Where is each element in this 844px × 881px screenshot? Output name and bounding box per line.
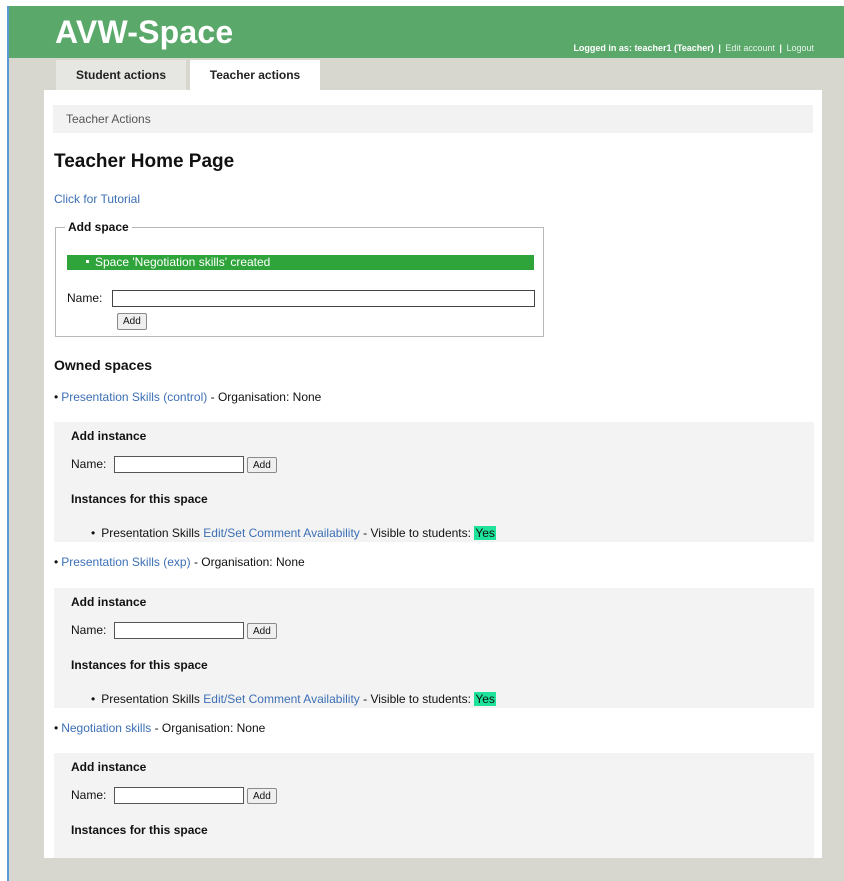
separator: |	[779, 43, 782, 53]
visible-status-badge: Yes	[474, 526, 496, 540]
name-label: Name:	[71, 623, 107, 637]
instances-title: Instances for this space	[71, 658, 208, 672]
instance-name-input[interactable]	[114, 622, 244, 639]
space-link[interactable]: Presentation Skills (exp)	[61, 555, 190, 569]
space-item: • Negotiation skills - Organisation: None	[54, 721, 265, 735]
instance-name-input[interactable]	[114, 787, 244, 804]
name-label: Name:	[71, 788, 107, 802]
bullet: •	[91, 526, 96, 540]
space-item: • Presentation Skills (exp) - Organisatio…	[54, 555, 305, 569]
window-left-border	[7, 6, 9, 881]
add-instance-button[interactable]: Add	[247, 623, 277, 639]
name-label: Name:	[67, 291, 103, 305]
add-instance-title: Add instance	[71, 595, 147, 609]
space-organisation: - Organisation: None	[193, 555, 305, 569]
add-space-button[interactable]: Add	[117, 313, 147, 330]
success-message-text: Space 'Negotiation skills' created	[95, 255, 271, 269]
space-item: • Presentation Skills (control) - Organis…	[54, 390, 321, 404]
login-bar: Logged in as: teacher1 (Teacher) | Edit …	[573, 43, 814, 53]
visible-label: - Visible to students:	[363, 692, 471, 706]
page-title: Teacher Home Page	[54, 151, 235, 172]
bullet: •	[54, 390, 59, 404]
instances-title: Instances for this space	[71, 492, 208, 506]
add-instance-button[interactable]: Add	[247, 788, 277, 804]
edit-comment-availability-link[interactable]: Edit/Set Comment Availability	[203, 526, 360, 540]
add-instance-button[interactable]: Add	[247, 457, 277, 473]
instance-name: Presentation Skills	[101, 526, 200, 540]
bullet: •	[91, 692, 96, 706]
owned-spaces-title: Owned spaces	[54, 357, 153, 373]
logged-in-text: Logged in as: teacher1 (Teacher)	[573, 43, 714, 53]
tutorial-link[interactable]: Click for Tutorial	[54, 192, 140, 206]
space-link[interactable]: Presentation Skills (control)	[61, 390, 207, 404]
space-instance-box: Add instance Name: Add Instances for thi…	[54, 753, 814, 858]
instance-name: Presentation Skills	[101, 692, 200, 706]
space-name-input[interactable]	[112, 290, 535, 307]
bullet: •	[54, 721, 59, 735]
instance-item: • Presentation Skills Edit/Set Comment Av…	[91, 526, 496, 540]
edit-account-link[interactable]: Edit account	[725, 43, 775, 53]
edit-comment-availability-link[interactable]: Edit/Set Comment Availability	[203, 692, 360, 706]
add-space-legend: Add space	[65, 220, 132, 234]
name-label: Name:	[71, 457, 107, 471]
add-instance-title: Add instance	[71, 429, 147, 443]
instances-title: Instances for this space	[71, 823, 208, 837]
space-organisation: - Organisation: None	[154, 721, 266, 735]
logout-link[interactable]: Logout	[786, 43, 814, 53]
visible-label: - Visible to students:	[363, 526, 471, 540]
site-header: AVW-Space Logged in as: teacher1 (Teache…	[9, 6, 844, 58]
bullet-icon	[86, 260, 89, 264]
breadcrumb: Teacher Actions	[53, 105, 813, 133]
tab-student-actions[interactable]: Student actions	[56, 60, 186, 90]
visible-status-badge: Yes	[474, 692, 496, 706]
space-link[interactable]: Negotiation skills	[61, 721, 151, 735]
success-message: Space 'Negotiation skills' created	[67, 255, 534, 270]
add-space-fieldset: Add space Space 'Negotiation skills' cre…	[55, 220, 544, 337]
bullet: •	[54, 555, 59, 569]
content-panel: Teacher Actions Teacher Home Page Click …	[44, 90, 822, 858]
tab-teacher-actions[interactable]: Teacher actions	[190, 60, 320, 90]
space-instance-box: Add instance Name: Add Instances for thi…	[54, 422, 814, 542]
space-organisation: - Organisation: None	[210, 390, 322, 404]
instance-name-input[interactable]	[114, 456, 244, 473]
space-instance-box: Add instance Name: Add Instances for thi…	[54, 588, 814, 708]
instance-item: • Presentation Skills Edit/Set Comment Av…	[91, 692, 496, 706]
add-instance-title: Add instance	[71, 760, 147, 774]
separator: |	[718, 43, 721, 53]
site-logo[interactable]: AVW-Space	[55, 14, 233, 51]
